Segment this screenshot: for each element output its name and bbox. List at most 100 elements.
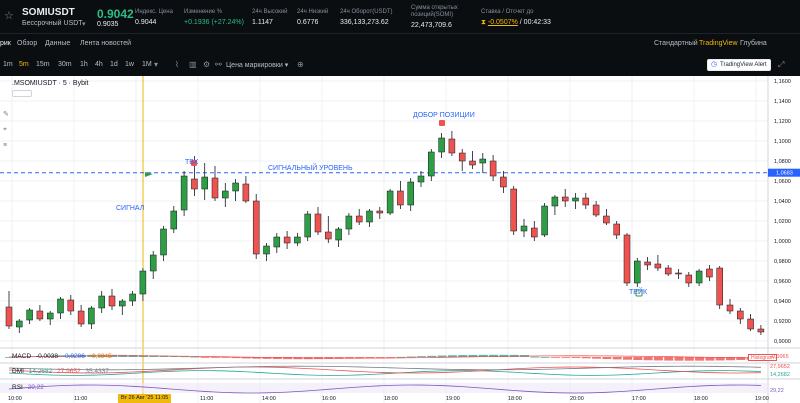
candle-body [242, 183, 250, 202]
candle-body [634, 260, 641, 284]
candle-body [695, 270, 703, 284]
macd-value-2: -0,0206 [62, 353, 85, 360]
chart-legend-box [12, 90, 32, 97]
candle-body [613, 223, 620, 236]
tab-chart[interactable]: рик [0, 40, 11, 47]
macd-histogram-bar [664, 357, 674, 361]
candle-body [500, 176, 507, 188]
macd-histogram-bar [633, 357, 643, 360]
chevron-down-icon[interactable]: ▾ [154, 60, 158, 69]
stat-24h-low: 24ч Низкий 0.6776 [297, 0, 337, 34]
timeframe-1d[interactable]: 1d [110, 61, 118, 68]
time-tick: 14:00 [262, 396, 276, 402]
rsi-name: RSI [12, 384, 23, 391]
stat-value: 22,473,709.6 [411, 22, 452, 29]
tab-news[interactable]: Лента новостей [80, 40, 131, 47]
macd-histogram-bar [623, 357, 632, 360]
candle-body [737, 310, 744, 320]
candle-body [448, 138, 456, 154]
timeframe-1M[interactable]: 1M [142, 61, 152, 68]
price-tick: 1,0800 [774, 159, 791, 165]
candle-body [438, 137, 445, 153]
tab-data[interactable]: Данные [45, 40, 70, 47]
stat-value: +0.1936 (+27.24%) [184, 19, 244, 26]
candle-body [36, 310, 44, 320]
candle-body [706, 268, 713, 278]
stat-label: Изменение % [184, 9, 223, 15]
cursor-icon[interactable]: ⌖ [3, 126, 7, 134]
timeframe-15m[interactable]: 15m [36, 61, 50, 68]
chevron-down-icon[interactable]: ▾ [82, 20, 86, 28]
current-price-label: 1,0683 [776, 171, 793, 177]
price-tick: 1,1200 [774, 119, 791, 125]
timeframe-1h[interactable]: 1h [80, 61, 88, 68]
ticker-header: ☆ SOMIUSDT Бессрочный USDT ▾ 0.9042 0.90… [0, 0, 800, 34]
ruler-icon[interactable]: ≡ [3, 142, 7, 149]
candle-body [489, 160, 497, 177]
candle-body [119, 300, 126, 307]
stat-24h-high: 24ч Высокий 1.1147 [252, 0, 292, 34]
alert-label: TradingView Alert [720, 62, 767, 68]
compare-icon[interactable]: ⚯ [215, 60, 222, 69]
timeframe-1m[interactable]: 1m [3, 61, 13, 68]
dmi-value-3: 35,4337 [85, 368, 109, 375]
brush-icon[interactable]: ✎ [3, 110, 9, 118]
macd-histogram-bar [561, 357, 571, 358]
macd-histogram-bar [540, 356, 550, 358]
price-type-select[interactable]: Цена маркировки ▾ [226, 61, 288, 69]
crosshair-icon[interactable]: ⊕ [297, 60, 304, 69]
dmi-value-2: 27,9652 [57, 368, 81, 375]
macd-histogram-bar [643, 357, 653, 361]
candle-body [551, 196, 559, 207]
price-tick: 1,1000 [774, 139, 791, 145]
candle-body [294, 236, 301, 244]
timeframe-1w[interactable]: 1w [125, 61, 134, 68]
time-tick: 18:00 [508, 396, 522, 402]
candle-body [417, 175, 425, 183]
candle-body [139, 270, 147, 295]
candle-body [16, 320, 23, 328]
candle-body [273, 236, 281, 248]
time-tick: 19:00 [446, 396, 460, 402]
candle-body [160, 228, 167, 256]
timeframe-30m[interactable]: 30m [58, 61, 72, 68]
candle-body [57, 298, 64, 314]
macd-name: MACD [12, 353, 32, 360]
candle-body [67, 299, 75, 312]
settings-icon[interactable]: ⚙ [203, 60, 210, 69]
time-tick: 16:00 [322, 396, 336, 402]
chart-type-icon[interactable]: ▥ [189, 60, 197, 69]
price-tick: 1,0000 [774, 239, 791, 245]
symbol-selector[interactable]: ☆ SOMIUSDT Бессрочный USDT ▾ [4, 0, 94, 34]
indicators-icon[interactable]: ⌇ [175, 60, 179, 69]
candle-body [654, 263, 662, 269]
candle-body [283, 236, 291, 244]
candle-body [582, 197, 590, 206]
macd-histogram-bar [592, 357, 602, 359]
timeframe-4h[interactable]: 4h [95, 61, 103, 68]
candle-body [314, 213, 322, 233]
tradingview-alert-button[interactable]: ◷ TradingView Alert [707, 59, 771, 71]
candle-body [345, 215, 353, 230]
chart-area[interactable]: 1,1600 1,1400 1,1200 1,1000 1,0800 1,0600 1,04… [0, 76, 800, 403]
star-icon[interactable]: ☆ [4, 10, 16, 22]
tab-tradingview[interactable]: TradingView [699, 40, 738, 47]
candle-body [201, 176, 208, 190]
stat-value: 1.1147 [252, 19, 273, 26]
candle-body [428, 151, 435, 177]
price-tick: 1,0400 [774, 199, 791, 205]
tab-overview[interactable]: Обзор [17, 40, 37, 47]
alert-clock-icon: ◷ [711, 61, 718, 68]
candle-body [510, 188, 517, 232]
candle-body [77, 310, 85, 325]
tab-depth[interactable]: Глубина [740, 40, 767, 47]
timeframe-5m[interactable]: 5m [19, 61, 29, 68]
price-chart[interactable]: 1,1600 1,1400 1,1200 1,1000 1,0800 1,0600 1,04… [0, 76, 800, 403]
candle-body [98, 295, 105, 309]
fullscreen-icon[interactable]: ⤢ [778, 60, 784, 70]
rsi-scale: 29,22 [770, 388, 784, 394]
dmi-value-1: 14,2682 [28, 368, 53, 375]
tab-standard[interactable]: Стандартный [654, 40, 698, 47]
candle-body [304, 213, 311, 238]
symbol-subtitle: Бессрочный USDT [22, 20, 83, 27]
